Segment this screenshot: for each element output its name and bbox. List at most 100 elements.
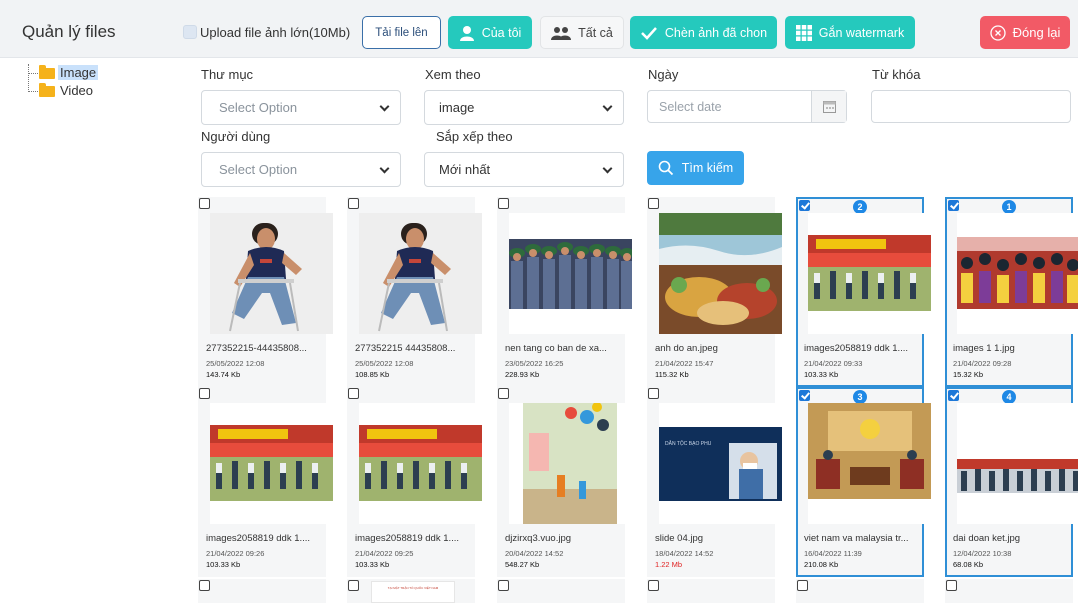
- select-checkbox[interactable]: [498, 580, 509, 591]
- file-name: viet nam va malaysia tr...: [804, 533, 909, 544]
- file-card-partial[interactable]: [647, 579, 775, 603]
- folder-select[interactable]: Select Option: [201, 90, 401, 125]
- file-size: 103.33 Kb: [804, 370, 839, 379]
- chevron-down-icon: [602, 163, 613, 174]
- sort-filter-label: Sắp xếp theo: [436, 129, 513, 144]
- search-button[interactable]: Tìm kiếm: [647, 151, 744, 185]
- insert-selected-button[interactable]: Chèn ảnh đã chon: [630, 16, 777, 49]
- keyword-input[interactable]: [871, 90, 1071, 123]
- user-icon: [459, 25, 475, 41]
- file-thumbnail[interactable]: DÂN TỘC BẠO PHU: [659, 403, 782, 524]
- user-select-placeholder: Select Option: [219, 162, 298, 177]
- file-card[interactable]: 1 images 1 1.jpg 21/04/2022 09:28 15.32 Kb: [945, 197, 1078, 387]
- file-name: images 1 1.jpg: [953, 343, 1015, 354]
- tree-item-label: Image: [58, 65, 99, 80]
- tree-branch: [28, 73, 38, 74]
- file-thumbnail[interactable]: [659, 213, 782, 334]
- upload-large-checkbox[interactable]: [183, 25, 197, 39]
- file-card[interactable]: 277352215-44435808... 25/05/2022 12:08 143…: [198, 197, 333, 387]
- file-card-partial[interactable]: TẠI MẶT TRẬN TỔ QUỐC VIỆT NAM: [347, 579, 475, 603]
- file-name: slide 04.jpg: [655, 533, 704, 544]
- select-checkbox[interactable]: [648, 580, 659, 591]
- file-card[interactable]: 4 dai doan ket.jpg 12/04/2022 10:38 68.08 K…: [945, 387, 1078, 577]
- file-caption: nen tang co ban de xa... 23/05/2022 16:25…: [505, 343, 623, 379]
- file-thumbnail[interactable]: [957, 403, 1078, 524]
- file-thumbnail[interactable]: [359, 213, 482, 334]
- select-checkbox[interactable]: [498, 198, 509, 209]
- user-select[interactable]: Select Option: [201, 152, 401, 187]
- select-checkbox[interactable]: [199, 580, 210, 591]
- folder-icon: [39, 83, 55, 97]
- select-checkbox[interactable]: [199, 388, 210, 399]
- select-checkbox[interactable]: [348, 388, 359, 399]
- file-card[interactable]: anh do an.jpeg 21/04/2022 15:47 115.32 Kb: [647, 197, 782, 387]
- file-name: images2058819 ddk 1....: [804, 343, 909, 354]
- select-checkbox[interactable]: [946, 580, 957, 591]
- select-checkbox[interactable]: [498, 388, 509, 399]
- file-card[interactable]: images2058819 ddk 1.... 21/04/2022 09:26 1…: [198, 387, 333, 577]
- file-thumbnail[interactable]: [808, 403, 931, 524]
- file-date: 21/04/2022 09:26: [206, 549, 265, 558]
- file-card-partial[interactable]: [945, 579, 1073, 603]
- chevron-down-icon: [379, 163, 390, 174]
- file-thumbnail[interactable]: [210, 403, 333, 524]
- select-checkbox[interactable]: [799, 200, 810, 211]
- file-date: 21/04/2022 09:28: [953, 359, 1012, 368]
- top-toolbar: Quản lý files Upload file ảnh lớn(10Mb) …: [0, 0, 1078, 58]
- file-caption: 277352215 44435808... 25/05/2022 12:08 108…: [355, 343, 473, 379]
- file-card[interactable]: djzirxq3.vuo.jpg 20/04/2022 14:52 548.27 K…: [497, 387, 632, 577]
- file-card[interactable]: 277352215 44435808... 25/05/2022 12:08 108…: [347, 197, 482, 387]
- date-placeholder: Select date: [659, 100, 722, 114]
- watermark-label: Gắn watermark: [818, 25, 905, 40]
- view-select[interactable]: image: [424, 90, 624, 125]
- file-card[interactable]: 3 viet nam va malaysia tr... 16/04/2022 11…: [796, 387, 931, 577]
- select-checkbox[interactable]: [799, 390, 810, 401]
- file-name: anh do an.jpeg: [655, 343, 718, 354]
- select-checkbox[interactable]: [348, 580, 359, 591]
- file-card[interactable]: nen tang co ban de xa... 23/05/2022 16:25…: [497, 197, 632, 387]
- tree-item-label: Video: [60, 83, 94, 98]
- file-card[interactable]: DÂN TỘC BẠO PHU slide 04.jpg 18/04/2022 14…: [647, 387, 782, 577]
- all-button[interactable]: Tất cả: [540, 16, 624, 49]
- grid-icon: [795, 24, 812, 41]
- file-caption: 277352215-44435808... 25/05/2022 12:08 143…: [206, 343, 324, 379]
- file-card-partial[interactable]: [796, 579, 924, 603]
- file-card[interactable]: images2058819 ddk 1.... 21/04/2022 09:25 1…: [347, 387, 482, 577]
- file-date: 21/04/2022 09:33: [804, 359, 863, 368]
- watermark-button[interactable]: Gắn watermark: [785, 16, 915, 49]
- file-date: 23/05/2022 16:25: [505, 359, 564, 368]
- sort-select[interactable]: Mới nhất: [424, 152, 624, 187]
- select-checkbox[interactable]: [199, 198, 210, 209]
- selection-order-badge: 3: [853, 390, 867, 404]
- file-date: 21/04/2022 15:47: [655, 359, 714, 368]
- upload-button[interactable]: Tải file lên: [362, 16, 441, 49]
- mine-button[interactable]: Của tôi: [448, 16, 532, 49]
- file-caption: images 1 1.jpg 21/04/2022 09:28 15.32 Kb: [953, 343, 1071, 379]
- select-checkbox[interactable]: [348, 198, 359, 209]
- date-picker[interactable]: Select date: [647, 90, 847, 123]
- select-checkbox[interactable]: [648, 198, 659, 209]
- file-date: 12/04/2022 10:38: [953, 549, 1012, 558]
- file-thumbnail[interactable]: [359, 403, 482, 524]
- file-thumbnail[interactable]: [509, 213, 632, 334]
- select-checkbox[interactable]: [948, 200, 959, 211]
- date-filter-label: Ngày: [648, 67, 679, 82]
- folder-filter-label: Thư mục: [201, 67, 254, 82]
- select-checkbox[interactable]: [797, 580, 808, 591]
- close-button[interactable]: Đóng lại: [980, 16, 1070, 49]
- file-caption: images2058819 ddk 1.... 21/04/2022 09:26 1…: [206, 533, 324, 569]
- file-thumbnail[interactable]: [210, 213, 333, 334]
- select-checkbox[interactable]: [648, 388, 659, 399]
- file-card[interactable]: 2 images2058819 ddk 1.... 21/04/2022 09:33…: [796, 197, 931, 387]
- search-icon: [658, 160, 674, 176]
- select-checkbox[interactable]: [948, 390, 959, 401]
- file-name: nen tang co ban de xa...: [505, 343, 607, 354]
- calendar-icon[interactable]: [811, 91, 846, 122]
- file-caption: images2058819 ddk 1.... 21/04/2022 09:25 1…: [355, 533, 473, 569]
- file-card-partial[interactable]: [198, 579, 326, 603]
- file-name: 277352215 44435808...: [355, 343, 456, 354]
- file-thumbnail[interactable]: [957, 213, 1078, 334]
- file-card-partial[interactable]: [497, 579, 625, 603]
- file-thumbnail[interactable]: [808, 213, 931, 334]
- file-thumbnail[interactable]: [509, 403, 632, 524]
